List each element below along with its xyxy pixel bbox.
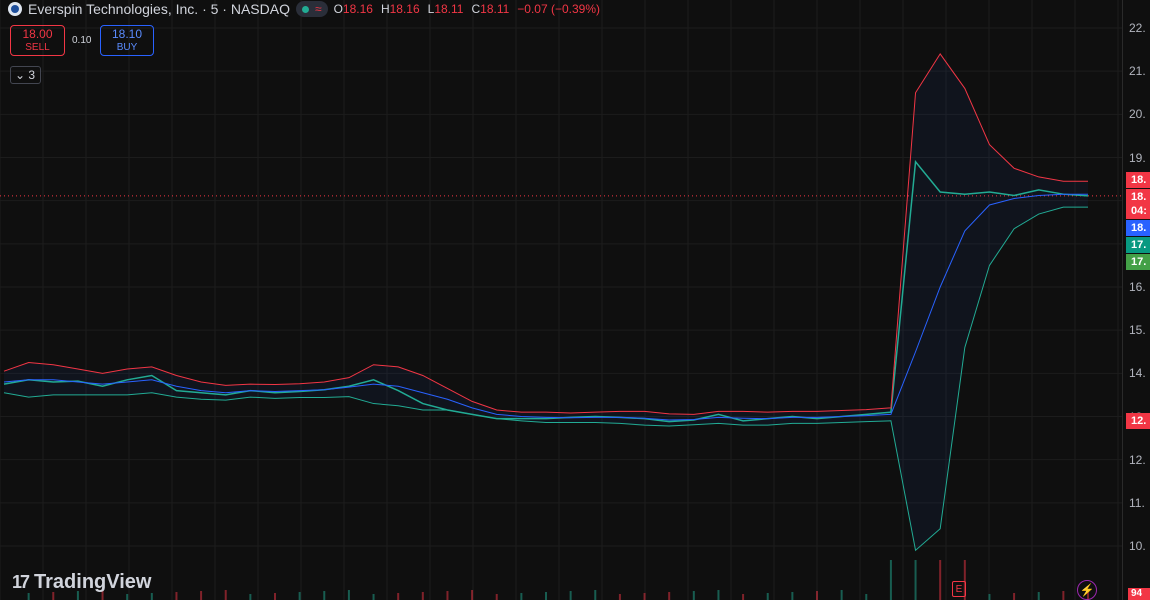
volume-label: 94	[1128, 588, 1150, 600]
volume-bar	[150, 593, 153, 600]
change-value: −0.07 (−0.39%)	[517, 2, 601, 16]
volume-bar	[471, 590, 474, 600]
volume-bar	[889, 560, 892, 600]
buy-price: 18.10	[111, 27, 143, 41]
lightning-icon[interactable]: ⚡	[1077, 580, 1097, 600]
volume-bar	[126, 594, 129, 600]
chart-area[interactable]	[0, 0, 1122, 600]
chevron-down-icon: ⌄	[15, 68, 26, 82]
volume-bar	[545, 592, 547, 600]
price-tick-label: 22.	[1129, 21, 1146, 35]
volume-bar	[495, 594, 498, 600]
data-delay-icon: ≈	[314, 2, 322, 16]
volume-bar	[1013, 593, 1016, 600]
symbol-title[interactable]: Everspin Technologies, Inc. · 5 · NASDAQ	[28, 1, 290, 17]
price-axis[interactable]: 22.21.20.19.18.17.16.15.14.13.12.11.10.	[1122, 0, 1150, 600]
volume-bar	[865, 594, 868, 600]
price-chart[interactable]	[0, 0, 1122, 600]
volume-bar	[27, 593, 30, 600]
volume-bar	[323, 591, 326, 600]
volume-bar	[816, 591, 818, 600]
sell-label: SELL	[25, 42, 50, 53]
buy-button[interactable]: 18.10 BUY	[100, 25, 154, 56]
volume-bar	[397, 593, 400, 600]
bar-countdown-label: 04:	[1126, 203, 1150, 219]
volume-bar	[520, 593, 523, 600]
sell-button[interactable]: 18.00 SELL	[10, 25, 65, 56]
chart-legend: Everspin Technologies, Inc. · 5 · NASDAQ…	[8, 0, 600, 18]
support-price-label: 17.	[1126, 254, 1150, 270]
price-tick-label: 10.	[1129, 539, 1146, 553]
open-label: O	[333, 2, 343, 16]
price-tick-label: 16.	[1129, 280, 1146, 294]
watermark-text: TradingView	[34, 571, 152, 593]
price-tick-label: 11.	[1129, 495, 1145, 510]
ohlc-values: O18.16 H18.16 L18.11 C18.11 −0.07 (−0.39…	[334, 2, 600, 16]
tradingview-watermark[interactable]: 17 TradingView	[12, 571, 151, 594]
price-tick-label: 21.	[1129, 64, 1146, 79]
spread-value: 0.10	[72, 35, 92, 46]
volume-bar	[200, 591, 203, 600]
basis-price-label: 18.	[1126, 220, 1150, 236]
indicators-toggle-button[interactable]: ⌄ 3	[10, 66, 41, 84]
volume-bar	[446, 591, 449, 600]
low-value: 18.11	[434, 2, 464, 16]
volume-bar	[618, 594, 621, 600]
volume-bar	[939, 560, 942, 600]
open-value: 18.16	[342, 2, 373, 16]
volume-bar	[791, 592, 794, 600]
prior-level-price-label: 12.	[1126, 413, 1150, 429]
price-tick-label: 20.	[1129, 107, 1146, 122]
volume-bar	[840, 590, 843, 600]
bollinger-band-fill	[4, 53, 1088, 551]
sell-price: 18.00	[22, 27, 53, 41]
volume-bar	[594, 590, 597, 600]
volume-bar	[421, 592, 424, 600]
volume-bar	[249, 594, 252, 600]
high-value: 18.16	[389, 2, 420, 16]
close-label: C	[471, 2, 481, 16]
price-tick-label: 14.	[1129, 366, 1146, 381]
market-open-dot-icon	[301, 5, 309, 13]
price-tick-label: 12.	[1129, 452, 1146, 467]
volume-bar	[569, 591, 572, 600]
volume-bar	[347, 590, 350, 600]
volume-bar	[692, 591, 695, 600]
earnings-event-icon[interactable]: E	[952, 581, 966, 597]
price-tick-label: 19.	[1129, 150, 1146, 165]
volume-bar	[668, 592, 671, 600]
volume-bar	[1062, 591, 1065, 600]
market-status-pill[interactable]: ≈	[295, 1, 328, 17]
volume-bar	[717, 590, 720, 600]
volume-bar	[274, 593, 276, 600]
volume-bar	[298, 592, 301, 600]
lower-band-price-label: 17.	[1126, 237, 1150, 253]
indicator-count: 3	[28, 68, 36, 82]
volume-bar	[372, 594, 375, 600]
volume-bar	[224, 590, 227, 600]
buy-label: BUY	[116, 42, 138, 53]
volume-bar	[1037, 592, 1040, 600]
volume-bar	[914, 560, 917, 600]
high-label: H	[380, 2, 390, 16]
close-value: 18.11	[480, 2, 510, 16]
tradingview-logo-icon: 17	[12, 572, 30, 592]
price-tick-label: 15.	[1129, 323, 1146, 338]
volume-bar	[175, 592, 178, 600]
volume-bar	[643, 593, 646, 600]
volume-bar	[742, 594, 745, 600]
company-logo-icon	[8, 2, 22, 16]
volume-bar	[988, 594, 991, 600]
upper-band-price-label: 18.	[1126, 172, 1150, 188]
volume-bar	[766, 593, 769, 600]
